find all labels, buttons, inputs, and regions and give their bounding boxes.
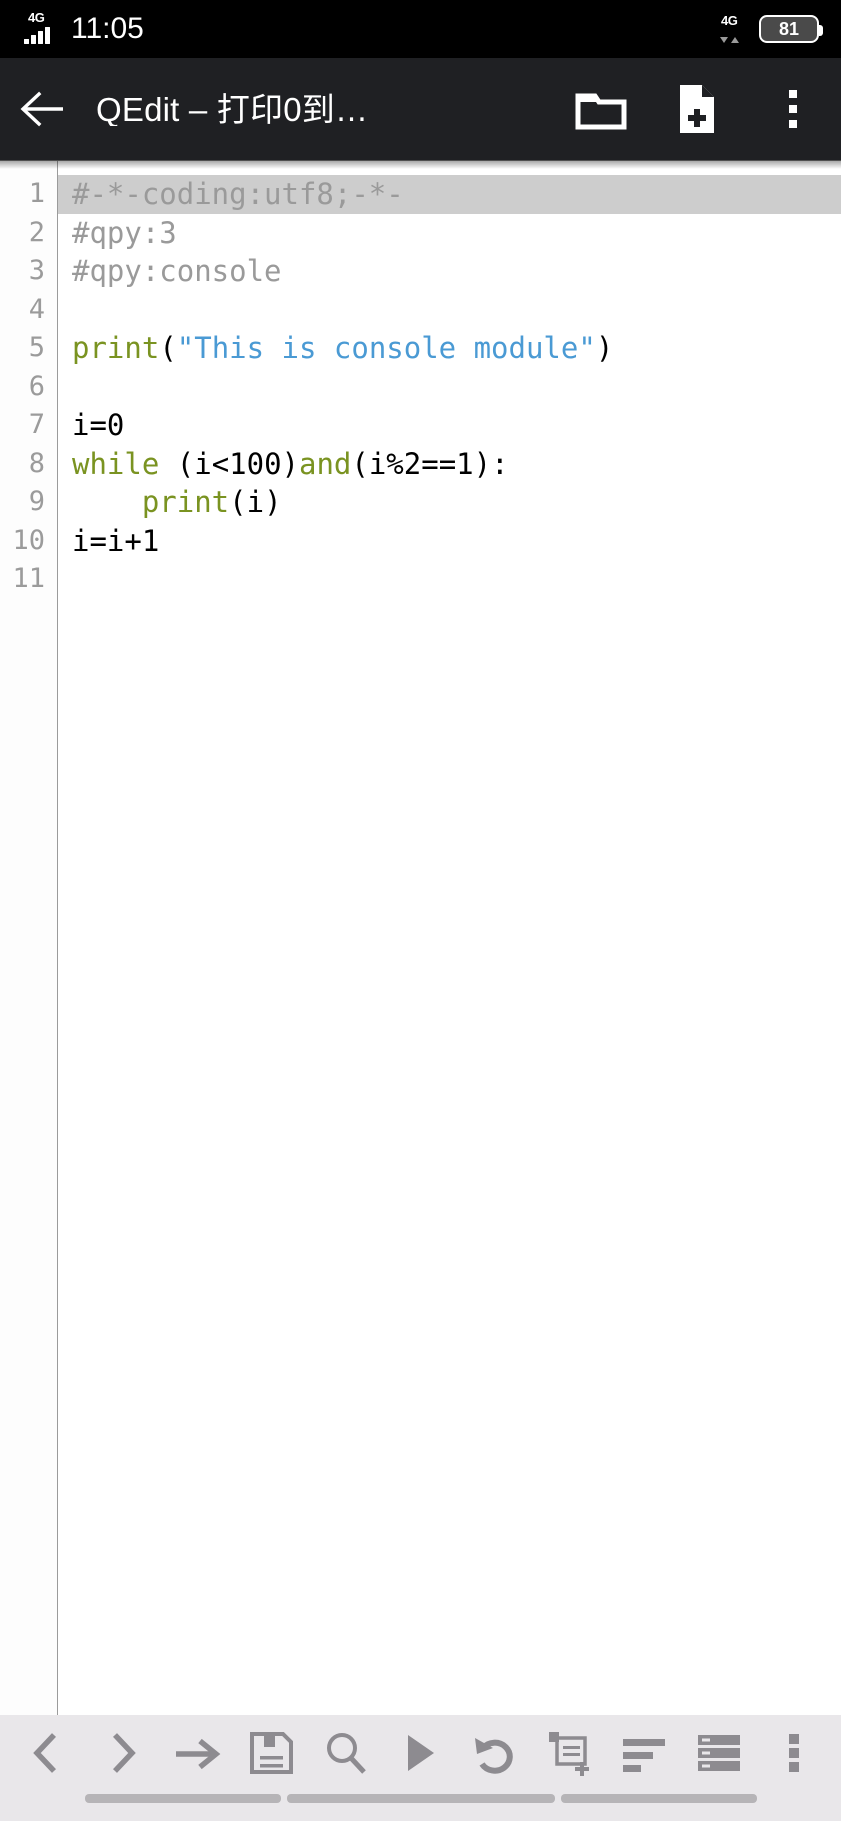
new-file-button[interactable] (649, 58, 745, 160)
undo-arrow-icon (471, 1730, 519, 1776)
code-token: (i<100) (159, 446, 299, 481)
next-button[interactable] (91, 1722, 153, 1784)
save-button[interactable] (240, 1722, 302, 1784)
line-number: 9 (28, 486, 45, 517)
code-line[interactable] (58, 560, 841, 599)
battery-level-label: 81 (778, 19, 800, 39)
phone-screen: 4G 11:05 4G 81 QEdit – 打印0到… 1 2 3 4 5 6… (0, 0, 841, 1821)
search-button[interactable] (315, 1722, 377, 1784)
status-bar-left: 4G 11:05 (22, 10, 144, 46)
code-line[interactable]: #-*-coding:utf8;-*- (58, 175, 841, 214)
line-number: 11 (12, 563, 45, 594)
code-token: print (72, 331, 160, 365)
code-text-area[interactable]: #-*-coding:utf8;-*- #qpy:3 #qpy:console pr… (58, 161, 841, 1715)
code-line[interactable]: print(i) (58, 483, 841, 522)
code-token: ) (595, 331, 614, 365)
app-bar: QEdit – 打印0到… (0, 58, 841, 160)
code-token: print (141, 485, 230, 519)
line-number: 8 (28, 447, 45, 479)
more-vertical-icon (789, 90, 797, 128)
system-navigation-bar (0, 1790, 841, 1821)
data-transfer-arrows-icon (720, 37, 739, 43)
chevron-left-icon (27, 1730, 67, 1776)
status-bar: 4G 11:05 4G 81 (0, 0, 841, 58)
page-title: QEdit – 打印0到… (96, 92, 369, 126)
line-number: 10 (12, 524, 45, 556)
back-arrow-icon (20, 91, 63, 127)
code-line[interactable]: #qpy:3 (58, 214, 841, 253)
new-file-icon (680, 85, 714, 133)
code-editor[interactable]: 1 2 3 4 5 6 7 8 9 10 11 #-*-coding:utf8;-*- #qpy:3 #… (0, 160, 841, 1715)
align-left-button[interactable] (613, 1722, 675, 1784)
code-token: i=i+1 (72, 523, 160, 558)
code-token: #qpy:console (72, 254, 282, 288)
new-document-button[interactable] (539, 1722, 601, 1784)
nav-pill-home[interactable] (286, 1794, 555, 1803)
code-line[interactable]: while (i<100)and(i%2==1): (58, 445, 841, 484)
list-view-button[interactable] (688, 1722, 750, 1784)
signal-network-label: 4G (28, 10, 45, 25)
line-number: 7 (28, 409, 45, 440)
run-button[interactable] (389, 1722, 451, 1784)
nav-pill-recents[interactable] (560, 1794, 757, 1803)
data-network-label: 4G (721, 13, 738, 28)
code-line[interactable] (58, 368, 841, 407)
status-clock: 11:05 (71, 12, 144, 45)
line-number: 5 (28, 332, 45, 363)
line-number: 2 (28, 216, 45, 248)
signal-bars-icon: 4G (22, 10, 62, 46)
line-number: 4 (28, 293, 45, 325)
code-token: ( (159, 331, 177, 365)
code-token: (i%2==1): (351, 446, 509, 481)
chevron-right-icon (102, 1730, 142, 1776)
nav-pill-back[interactable] (84, 1794, 281, 1803)
status-bar-right: 4G 81 (719, 13, 823, 45)
bottom-toolbar (0, 1715, 841, 1790)
code-line[interactable]: print("This is console module") (58, 329, 841, 368)
play-icon (400, 1730, 440, 1776)
more-vertical-icon (784, 1730, 804, 1776)
line-number: 3 (28, 255, 45, 286)
code-token: (i) (229, 485, 282, 519)
code-line[interactable]: i=i+1 (58, 522, 841, 561)
back-button[interactable] (0, 58, 84, 160)
line-number-gutter: 1 2 3 4 5 6 7 8 9 10 11 (0, 161, 58, 1715)
folder-icon (575, 93, 627, 130)
toolbar-overflow-button[interactable] (763, 1722, 825, 1784)
code-token: "This is console module" (176, 331, 596, 365)
indent-tab-button[interactable] (166, 1722, 228, 1784)
document-plus-icon (545, 1728, 595, 1778)
magnifier-icon (323, 1730, 369, 1776)
arrow-right-icon (172, 1730, 222, 1776)
code-line[interactable]: i=0 (58, 406, 841, 445)
data-network-icon: 4G (719, 13, 749, 45)
line-number: 6 (28, 370, 45, 402)
open-folder-button[interactable] (553, 58, 649, 160)
prev-button[interactable] (16, 1722, 78, 1784)
line-number: 1 (28, 178, 45, 209)
app-bar-overflow-button[interactable] (745, 58, 841, 160)
code-token: i=0 (72, 408, 125, 442)
code-line[interactable] (58, 291, 841, 330)
undo-button[interactable] (464, 1722, 526, 1784)
code-token: while (72, 446, 160, 481)
code-token: #-*-coding:utf8;-*- (72, 177, 404, 211)
list-rows-icon (695, 1730, 743, 1776)
code-line[interactable]: #qpy:console (58, 252, 841, 291)
align-left-icon (619, 1730, 669, 1776)
floppy-disk-icon (248, 1730, 294, 1776)
code-token: and (299, 446, 352, 481)
signal-bars-glyph (24, 27, 50, 44)
code-token: #qpy:3 (72, 215, 177, 250)
battery-icon: 81 (759, 15, 823, 43)
